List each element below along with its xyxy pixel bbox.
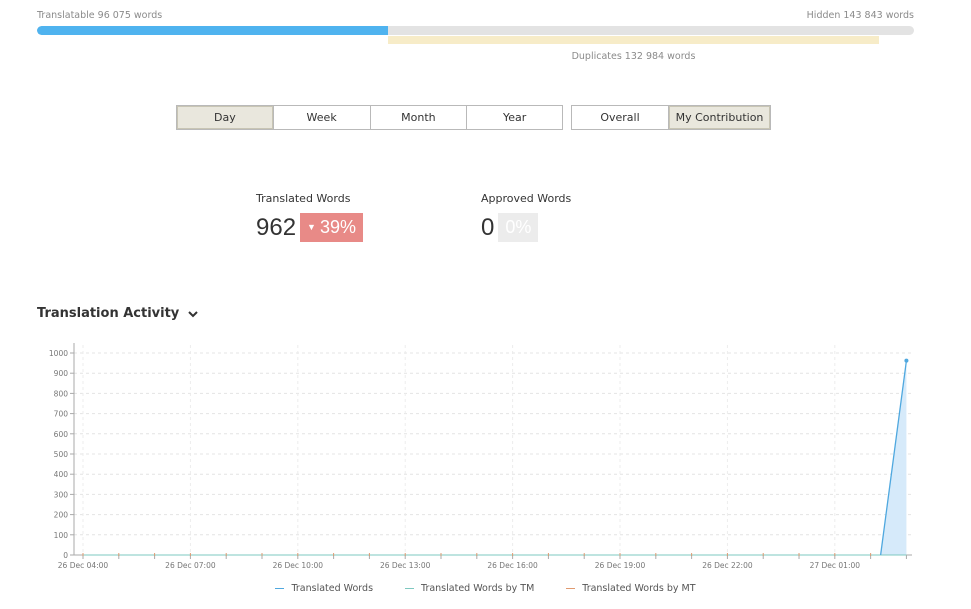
approved-words-value: 0 [481,213,495,241]
translatable-words-label: Translatable 96 075 words [37,10,163,21]
period-month-button[interactable]: Month [371,106,468,129]
translated-words-label: Translated Words [256,192,351,205]
period-year-button[interactable]: Year [467,106,562,129]
legend-label: Translated Words [291,583,374,594]
series-point-translated-words [904,358,909,363]
x-tick-label: 26 Dec 16:00 [487,561,538,570]
y-tick-label: 0 [63,551,68,560]
approved-words-label: Approved Words [481,192,572,205]
hidden-words-label: Hidden 143 843 words [806,10,914,21]
word-stats-header: Translatable 96 075 words Hidden 143 843… [37,10,914,22]
y-tick-label: 500 [54,450,69,459]
y-tick-label: 100 [54,531,69,540]
y-tick-label: 600 [54,430,69,439]
y-tick-label: 900 [54,369,69,378]
x-tick-label: 27 Dec 01:00 [810,561,861,570]
y-tick-label: 200 [54,511,69,520]
chart-legend: Translated Words Translated Words by TM Tr… [0,583,971,594]
duplicates-bar [388,36,879,44]
translated-change-value: 39% [319,217,356,237]
legend-swatch [566,588,576,589]
duplicates-words-label: Duplicates 132 984 words [571,51,696,62]
scope-overall-button[interactable]: Overall [572,106,669,129]
y-tick-label: 1000 [49,349,68,358]
legend-item[interactable]: Translated Words [275,583,373,594]
y-tick-label: 700 [54,410,69,419]
translation-activity-toggle[interactable]: Translation Activity [37,306,200,321]
legend-swatch [405,588,415,589]
y-tick-label: 800 [54,389,69,398]
x-tick-label: 26 Dec 19:00 [595,561,646,570]
scope-my-contribution-button[interactable]: My Contribution [669,106,770,129]
chevron-down-icon [188,310,199,317]
x-tick-label: 26 Dec 07:00 [165,561,216,570]
legend-item[interactable]: Translated Words by MT [566,583,696,594]
translated-words-stat: Translated Words 962 ▼ 39% [256,192,363,242]
translation-activity-title: Translation Activity [37,306,180,321]
x-tick-label: 26 Dec 22:00 [702,561,753,570]
translated-change-badge: ▼ 39% [300,213,363,242]
legend-label: Translated Words by MT [582,583,696,594]
arrow-down-icon: ▼ [307,222,316,232]
period-selector: Day Week Month Year [176,105,563,130]
x-tick-label: 26 Dec 04:00 [58,561,109,570]
translatable-progress-bar [37,26,914,35]
y-tick-label: 300 [54,490,69,499]
legend-swatch [275,588,285,589]
translated-words-value: 962 [256,213,297,241]
legend-label: Translated Words by TM [421,583,535,594]
y-tick-label: 400 [54,470,69,479]
translatable-progress-fill [37,26,388,35]
x-tick-label: 26 Dec 10:00 [273,561,324,570]
scope-selector: Overall My Contribution [571,105,771,130]
period-day-button[interactable]: Day [177,106,274,129]
translation-activity-chart: 0 100 200 300 400 500 600 700 800 900 1000 26 Dec 0… [49,343,912,570]
approved-words-stat: Approved Words 0 0% [481,192,571,242]
approved-change-badge: 0% [498,213,539,242]
x-tick-label: 26 Dec 13:00 [380,561,431,570]
legend-item[interactable]: Translated Words by TM [405,583,534,594]
period-week-button[interactable]: Week [274,106,371,129]
